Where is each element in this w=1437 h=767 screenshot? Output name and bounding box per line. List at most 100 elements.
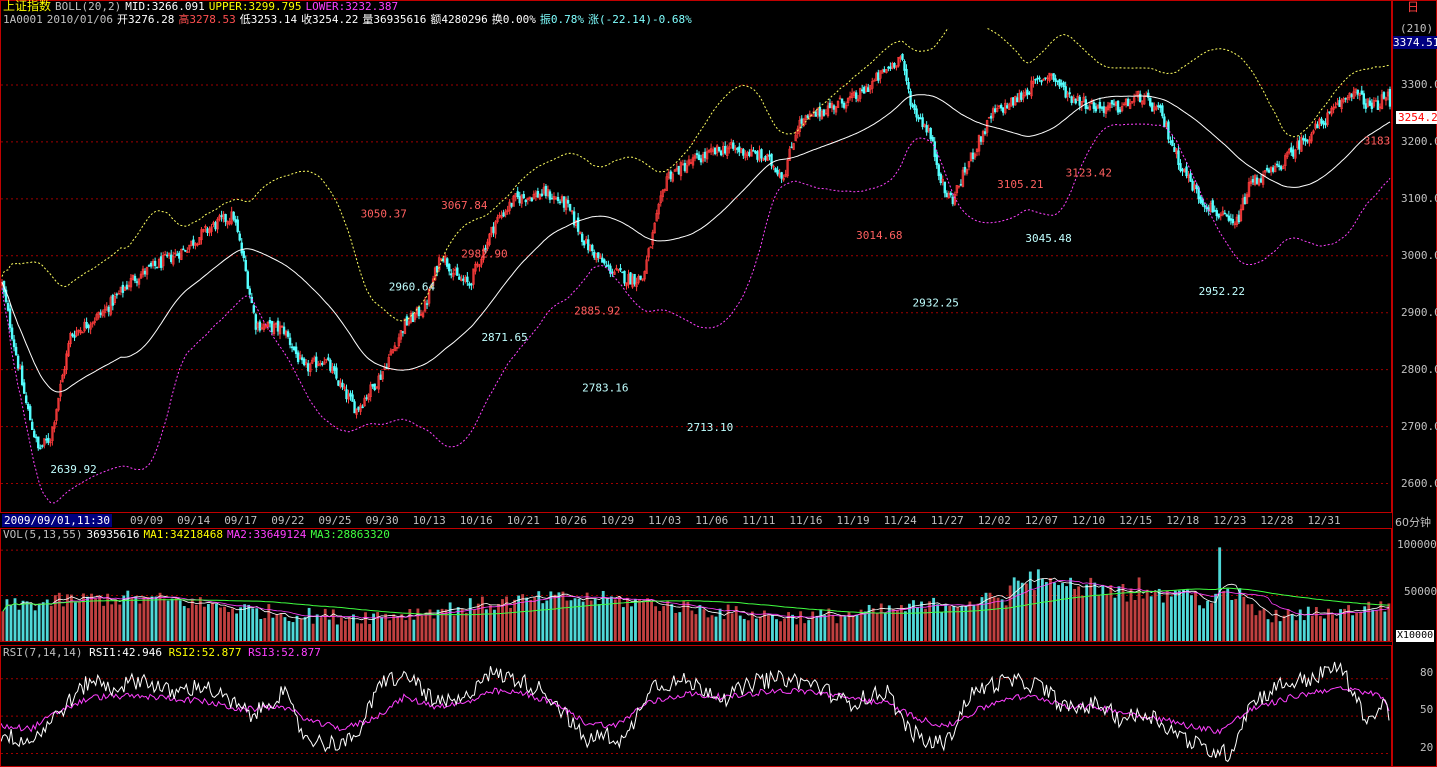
candle-body	[1227, 215, 1231, 221]
candle-body	[8, 308, 12, 329]
candle-body	[860, 89, 864, 92]
volume-bar	[17, 609, 21, 641]
volume-bar	[867, 604, 871, 641]
volume-bar	[263, 618, 267, 641]
rsi-chart[interactable]	[1, 660, 1391, 766]
candle-body	[39, 447, 42, 450]
volume-bar	[1310, 615, 1314, 641]
volume-bar	[223, 606, 226, 641]
volume-bar	[114, 599, 118, 641]
candle-body	[1350, 94, 1353, 97]
candle-body	[121, 284, 125, 293]
candle-body	[268, 319, 272, 324]
candle-body	[562, 196, 566, 208]
candle-body	[16, 355, 20, 369]
volume-bar	[78, 601, 81, 641]
candle-body	[776, 169, 779, 175]
volume-bar	[783, 618, 786, 641]
volume-bar	[154, 596, 158, 641]
candle-body	[915, 108, 918, 118]
volume-bar	[464, 612, 468, 641]
candle-body	[236, 219, 239, 232]
candle-body	[935, 154, 938, 166]
volume-bar	[1186, 589, 1189, 641]
price-tick-label: 2600.0	[1401, 476, 1437, 490]
candle-body	[159, 256, 163, 268]
candle-body	[371, 384, 374, 387]
candle-body	[524, 199, 527, 203]
candle-body	[192, 239, 195, 246]
price-chart[interactable]: 2639.92 3050.37 3067.84 2960.64 2982.90 2871.…	[1, 28, 1391, 512]
candle-body	[603, 259, 606, 264]
volume-chart[interactable]	[1, 541, 1391, 641]
volume-bar	[549, 591, 553, 641]
date-axis-label: 09/30	[365, 514, 399, 527]
candle-body	[877, 72, 880, 81]
volume-bar	[186, 608, 190, 641]
candle-body	[963, 166, 967, 173]
price-tick-label: 3300.0	[1401, 77, 1437, 91]
volume-bar	[948, 605, 952, 641]
candle-body	[1078, 96, 1081, 106]
volume-bar	[243, 604, 247, 641]
boll-upper-label: UPPER:3299.795	[208, 0, 302, 13]
candle-body	[333, 365, 336, 371]
candle-body	[178, 252, 181, 259]
volume-bar	[1089, 577, 1093, 641]
rsi3-value: RSI3:52.877	[248, 646, 321, 659]
vol-ma2: MA2:33649124	[226, 528, 307, 541]
candle-body	[315, 356, 318, 368]
price-annotation: 2783.16	[582, 381, 628, 394]
candle-body	[87, 325, 90, 329]
volume-bar	[9, 605, 13, 641]
volume-bar	[851, 616, 855, 641]
volume-bar	[45, 599, 49, 641]
candle-body	[913, 103, 916, 111]
candle-body	[182, 248, 185, 251]
candle-body	[1126, 98, 1130, 107]
price-tick-label: 3200.0	[1401, 134, 1437, 148]
candle-body	[999, 104, 1003, 109]
boll-upper-line	[1, 28, 1391, 322]
period-label[interactable]: 60分钟	[1395, 514, 1431, 530]
candle-body	[919, 117, 922, 120]
volume-bar	[863, 611, 867, 641]
volume-bar	[972, 604, 976, 641]
candle-body	[854, 92, 858, 99]
candle-body	[669, 171, 673, 180]
volume-bar	[1077, 586, 1081, 641]
vol-header: VOL(5,13,55) 36935616 MA1:34218468 MA2:3364…	[3, 529, 394, 541]
date-axis-label: 11/27	[930, 514, 964, 527]
candle-body	[1271, 167, 1275, 172]
volume-bar	[1202, 608, 1205, 641]
candle-body	[568, 203, 572, 211]
volume-bar	[98, 596, 102, 641]
candle-body	[29, 406, 32, 421]
volume-bar	[102, 605, 106, 641]
volume-bar	[1129, 588, 1133, 641]
candle-body	[1070, 96, 1073, 103]
volume-bar	[25, 601, 29, 641]
volume-bar	[239, 607, 243, 641]
candle-body	[232, 211, 235, 220]
volume-bar	[1097, 595, 1101, 641]
candle-body	[703, 151, 707, 159]
volume-bar	[323, 608, 327, 641]
candle-body	[1243, 196, 1247, 205]
volume-bar	[521, 594, 525, 641]
candle-body	[699, 158, 703, 163]
volume-bar	[452, 615, 456, 641]
volume-bar	[1057, 585, 1060, 641]
volume-bar	[424, 612, 428, 641]
candle-body	[1356, 89, 1359, 95]
volume-bar	[1234, 598, 1238, 641]
candle-body	[522, 194, 525, 199]
candle-body	[1112, 103, 1116, 106]
date-axis-label: 11/06	[695, 514, 729, 527]
volume-bar	[533, 597, 537, 641]
volume-bar	[891, 609, 895, 641]
volume-bar	[198, 597, 202, 641]
candle-body	[576, 217, 580, 232]
boll-header: 上证指数 BOLL(20,2) MID:3266.091 UPPER:3299.795…	[3, 0, 402, 13]
period-corner-icon[interactable]: 日	[1407, 0, 1419, 15]
